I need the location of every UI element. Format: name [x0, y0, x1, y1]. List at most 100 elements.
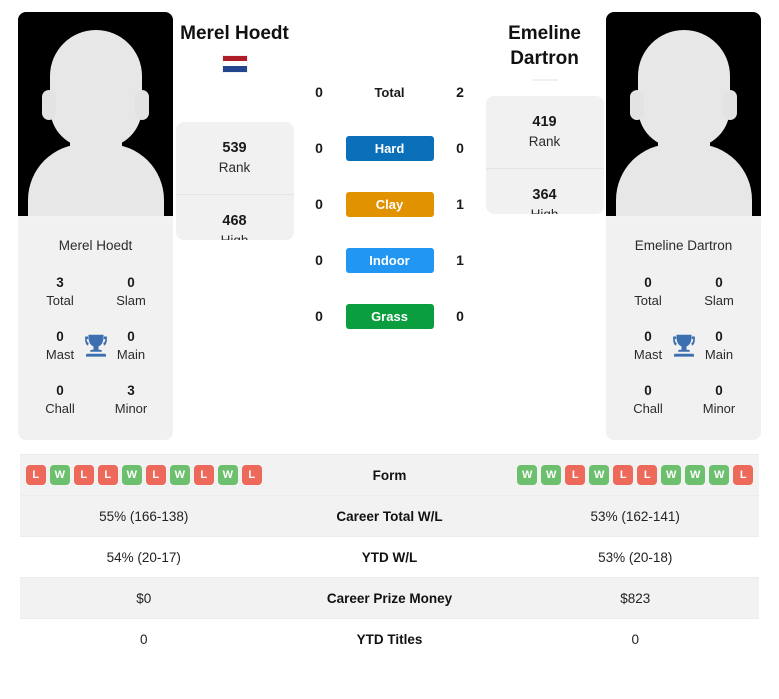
left-ytd-wl: 54% (20-17)	[20, 536, 268, 578]
left-form-badges: LWLLWLWLWL	[20, 465, 268, 486]
avatar-silhouette-icon	[49, 30, 142, 148]
table-row-form: LWLLWLWLWL Form WWLWLLWWWL	[20, 454, 759, 496]
right-form-badges: WWLWLLWWWL	[511, 465, 759, 486]
right-form-cell: WWLWLLWWWL	[511, 454, 759, 496]
h2h-right-score: 1	[456, 196, 464, 212]
form-badge-loss[interactable]: L	[613, 465, 634, 486]
right-player-avatar	[606, 12, 761, 224]
titles-value: 0	[127, 275, 135, 290]
h2h-left-score: 0	[315, 252, 323, 268]
stat-label: High	[221, 232, 249, 240]
right-career-wl: 53% (162-141)	[511, 495, 759, 537]
titles-label: Chall	[633, 400, 663, 416]
stat-label: Rank	[218, 159, 251, 175]
left-player-card-name: Merel Hoedt	[58, 238, 133, 253]
nl-flag-icon	[221, 54, 248, 73]
right-rank-stats-card: 419 Rank 364 High 24 Age Plays	[485, 96, 604, 214]
left-player-name: Merel Hoedt	[180, 23, 289, 44]
h2h-left-score: 0	[315, 140, 323, 156]
form-badge-win[interactable]: W	[217, 465, 238, 486]
left-ytd-titles: 0	[20, 618, 268, 660]
titles-value: 3	[56, 275, 64, 290]
left-rank-stats-card: 539 Rank 468 High 24 Age Plays	[175, 122, 294, 240]
form-badge-win[interactable]: W	[589, 465, 610, 486]
left-player-avatar	[18, 12, 173, 224]
row-label-ytd-wl: YTD W/L	[267, 536, 512, 578]
titles-value: 3	[127, 382, 135, 398]
stat-label: Rank	[528, 133, 561, 149]
surface-badge-indoor[interactable]: Indoor	[345, 247, 434, 273]
avatar-floor	[606, 216, 761, 224]
row-label-ytd-titles: YTD Titles	[267, 618, 512, 660]
right-player-heading: Emeline Dartron	[508, 22, 581, 82]
avatar-body	[27, 144, 164, 216]
avatar-ear-right	[135, 90, 149, 120]
form-badge-loss[interactable]: L	[73, 465, 94, 486]
titles-cell-chall: 0 Chall	[620, 382, 676, 418]
surface-badge-hard[interactable]: Hard	[345, 135, 434, 161]
trophy-icon	[81, 331, 111, 361]
titles-row: 0 Chall 0 Minor	[614, 373, 753, 427]
h2h-left-score: 0	[315, 84, 323, 100]
table-row-career-wl: 55% (166-138) Career Total W/L 53% (162-…	[20, 495, 759, 537]
form-badge-win[interactable]: W	[709, 465, 730, 486]
surface-badge-grass[interactable]: Grass	[345, 303, 434, 329]
h2h-row-indoor: 0 Indoor 1	[302, 232, 477, 288]
avatar-floor	[18, 216, 173, 224]
left-form-cell: LWLLWLWLWL	[20, 454, 268, 496]
h2h-label-total: Total	[374, 84, 405, 100]
right-player-column: Emeline Dartron 0 Total 0 Slam 0 Mast 0 …	[606, 12, 761, 441]
form-badge-win[interactable]: W	[49, 465, 70, 486]
left-player-heading: Merel Hoedt	[180, 22, 289, 74]
right-player-card-name: Emeline Dartron	[634, 238, 733, 253]
form-badge-loss[interactable]: L	[97, 465, 118, 486]
titles-cell-minor: 3 Minor	[103, 382, 159, 418]
titles-cell-main: 0 Main	[103, 328, 159, 364]
titles-label: Chall	[45, 400, 75, 416]
form-badge-loss[interactable]: L	[193, 465, 214, 486]
avatar-ear-left	[630, 90, 644, 120]
left-titles-card: Merel Hoedt 3 Total 0 Slam 0 Mast 0 Main…	[18, 224, 173, 441]
left-prize-money: $0	[20, 577, 268, 619]
stat-label: High	[531, 206, 559, 214]
h2h-row-clay: 0 Clay 1	[302, 176, 477, 232]
stat-cell-high: 468 High	[176, 195, 294, 240]
row-label-career-wl: Career Total W/L	[267, 495, 512, 537]
titles-label: Minor	[114, 400, 148, 416]
trophy-icon	[669, 331, 699, 361]
titles-value: 0	[715, 328, 723, 344]
stat-value: 364	[532, 187, 557, 204]
form-badge-loss[interactable]: L	[637, 465, 658, 486]
form-badge-loss[interactable]: L	[565, 465, 586, 486]
titles-label: Main	[704, 346, 734, 362]
form-badge-loss[interactable]: L	[25, 465, 46, 486]
left-stats-wrapper: Merel Hoedt 539 Rank 468 High 24 Age Pla…	[173, 12, 296, 240]
left-player-column: Merel Hoedt 3 Total 0 Slam 0 Mast 0 Main…	[18, 12, 173, 441]
titles-cell-slam: 0 Slam	[103, 274, 159, 310]
form-badge-loss[interactable]: L	[145, 465, 166, 486]
right-ytd-wl: 53% (20-18)	[511, 536, 759, 578]
titles-row: 0 Total 0 Slam	[614, 265, 753, 319]
titles-value: 0	[644, 275, 652, 290]
titles-label: Total	[634, 293, 662, 309]
form-badge-win[interactable]: W	[121, 465, 142, 486]
form-badge-win[interactable]: W	[517, 465, 538, 486]
form-badge-win[interactable]: W	[685, 465, 706, 486]
form-badge-loss[interactable]: L	[733, 465, 754, 486]
right-player-name-line2: Dartron	[510, 47, 579, 69]
form-badge-win[interactable]: W	[661, 465, 682, 486]
table-row-ytd-wl: 54% (20-17) YTD W/L 53% (20-18)	[20, 536, 759, 578]
stat-cell-rank: 539 Rank	[175, 122, 294, 195]
h2h-left-score: 0	[315, 308, 323, 324]
form-badge-win[interactable]: W	[169, 465, 190, 486]
titles-value: 0	[715, 275, 723, 290]
titles-row: 3 Total 0 Slam	[26, 265, 165, 319]
form-badge-loss[interactable]: L	[241, 465, 262, 486]
titles-row: 0 Mast 0 Main	[26, 319, 165, 373]
stat-value: 419	[532, 114, 557, 131]
titles-label: Minor	[702, 400, 736, 416]
right-player-name-line1: Emeline	[508, 23, 581, 44]
comparison-stats-table: LWLLWLWLWL Form WWLWLLWWWL 55% (166-138)…	[20, 454, 759, 660]
surface-badge-clay[interactable]: Clay	[345, 191, 434, 217]
form-badge-win[interactable]: W	[541, 465, 562, 486]
